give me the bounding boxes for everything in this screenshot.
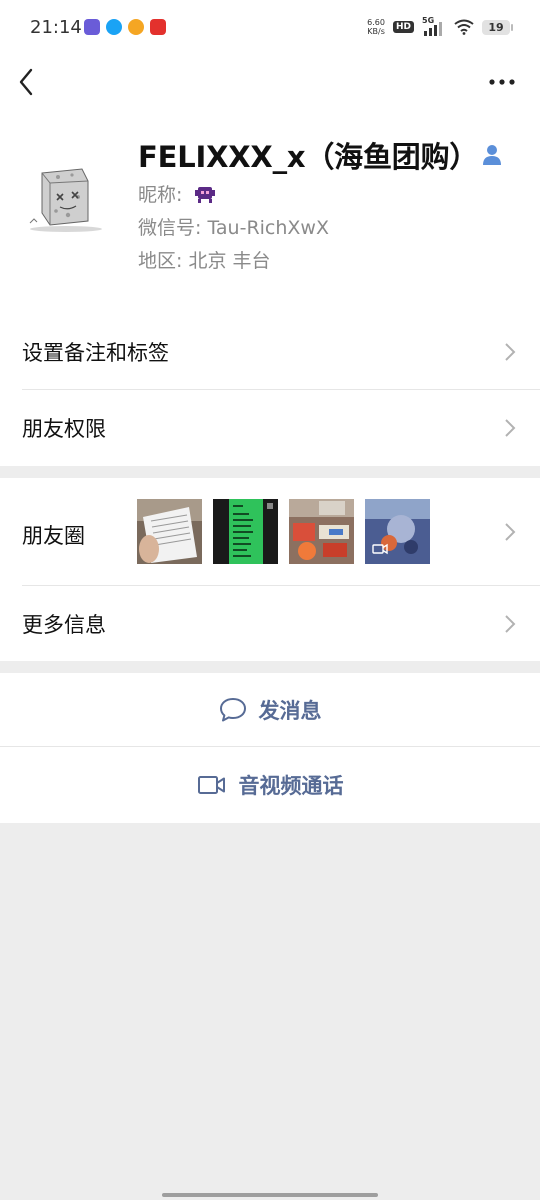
- nickname-label: 昵称:: [138, 184, 183, 206]
- network-speed: 6.60 KB/s: [367, 18, 385, 36]
- news-app-icon: [150, 19, 166, 35]
- voice-video-call-button[interactable]: 音视频通话: [0, 747, 540, 823]
- send-message-label: 发消息: [258, 698, 322, 723]
- wifi-icon: [454, 19, 474, 35]
- moments-thumbnail-3: [289, 499, 354, 564]
- moments-item[interactable]: 朋友圈: [0, 478, 540, 586]
- moments-thumbnails: [137, 499, 430, 564]
- chevron-right-icon: [505, 523, 516, 541]
- signal-icon: 5G: [422, 16, 446, 36]
- battery-indicator: 19: [482, 19, 513, 35]
- friend-permissions-item[interactable]: 朋友权限: [0, 390, 540, 466]
- moments-label: 朋友圈: [22, 524, 85, 548]
- moments-thumbnail-2: [213, 499, 278, 564]
- nickname-row: 昵称:: [138, 180, 216, 207]
- hd-badge: HD: [392, 21, 414, 33]
- send-message-button[interactable]: 发消息: [0, 673, 540, 746]
- chevron-right-icon: [505, 343, 516, 361]
- chat-bubble-icon: [219, 697, 246, 721]
- soul-app-icon: [84, 19, 100, 35]
- alien-monster-emoji-icon: [195, 187, 216, 203]
- profile-name-row: FELIXXX_x（海鱼团购）: [138, 134, 502, 176]
- profile-name: FELIXXX_x（海鱼团购）: [138, 140, 479, 174]
- voice-video-call-label: 音视频通话: [238, 774, 344, 798]
- video-camera-icon: [197, 776, 225, 794]
- home-indicator[interactable]: [162, 1193, 378, 1197]
- friend-permissions-label: 朋友权限: [22, 417, 106, 441]
- qq-app-icon: [106, 19, 122, 35]
- more-options-icon[interactable]: [486, 70, 518, 94]
- wechat-id: 微信号: Tau-RichXwX: [138, 217, 329, 239]
- chevron-right-icon: [505, 614, 516, 633]
- status-bar: 21:14 6.60 KB/s HD 5G 19: [0, 0, 540, 56]
- moments-thumbnail-video: [365, 499, 430, 564]
- status-app-icons: [84, 19, 166, 35]
- profile-header: FELIXXX_x（海鱼团购） 昵称: 微信号: Tau-RichXwX 地区:…: [0, 108, 540, 314]
- set-remark-tags-label: 设置备注和标签: [22, 341, 169, 365]
- back-arrow-icon[interactable]: [16, 66, 40, 98]
- set-remark-tags-item[interactable]: 设置备注和标签: [0, 314, 540, 390]
- chevron-right-icon: [505, 419, 516, 437]
- status-indicators: 6.60 KB/s HD 5G 19: [367, 16, 513, 36]
- region: 地区: 北京 丰台: [138, 250, 271, 272]
- status-time: 21:14: [30, 17, 82, 38]
- avatar[interactable]: [22, 151, 108, 237]
- more-info-item[interactable]: 更多信息: [0, 586, 540, 661]
- moments-thumbnail-1: [137, 499, 202, 564]
- weibo-app-icon: [128, 19, 144, 35]
- more-info-label: 更多信息: [22, 612, 106, 637]
- person-icon: [483, 145, 502, 165]
- nav-bar: [0, 56, 540, 108]
